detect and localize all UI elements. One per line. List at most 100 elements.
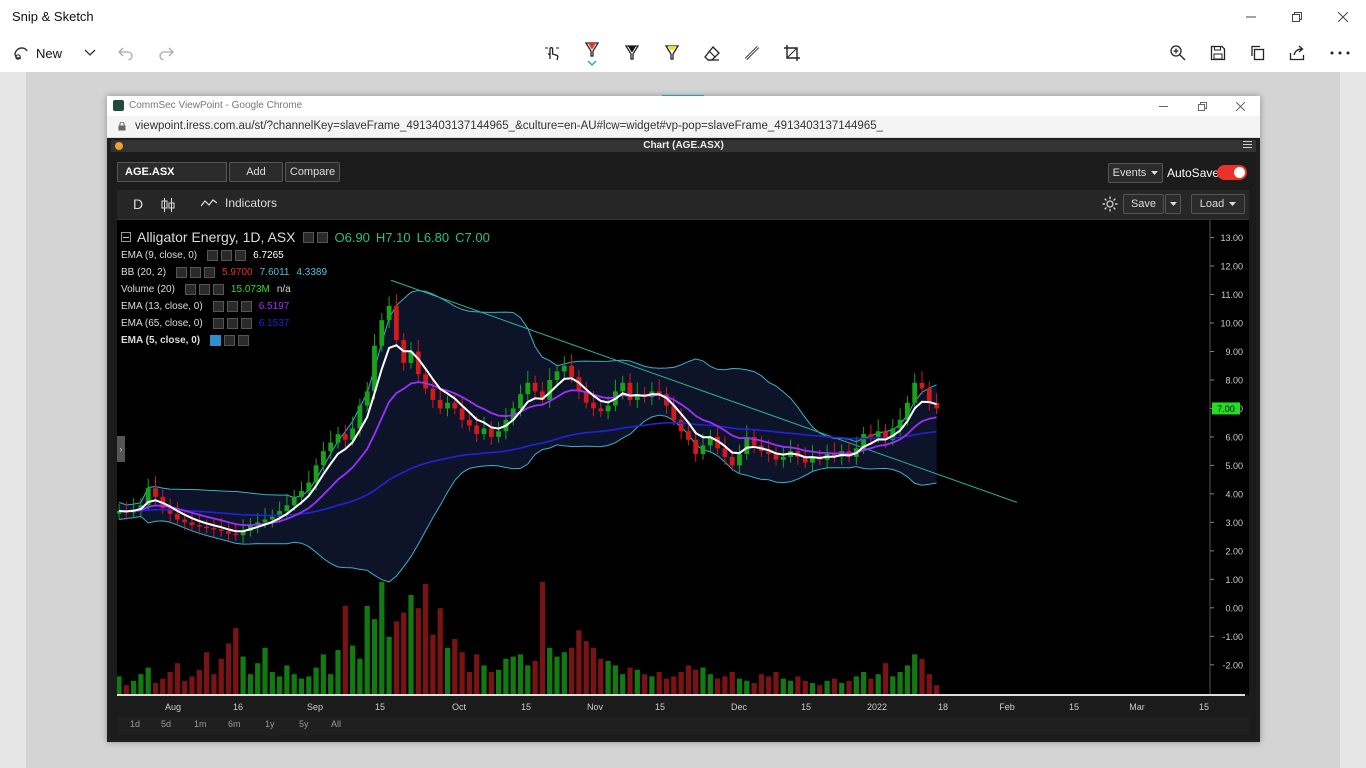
- range-button[interactable]: 1y: [265, 719, 275, 729]
- chevron-down-icon: [84, 49, 96, 56]
- volume-bar: [846, 680, 852, 694]
- indicator-row: EMA (5, close, 0): [121, 332, 490, 349]
- settings-icon[interactable]: [207, 250, 219, 261]
- range-button[interactable]: All: [331, 719, 341, 729]
- more-options-button[interactable]: [1328, 38, 1352, 68]
- volume-bar: [160, 678, 166, 694]
- minimize-icon: [1246, 16, 1256, 18]
- indicator-row: EMA (13, close, 0) 6.5197: [121, 298, 490, 315]
- share-button[interactable]: [1286, 38, 1310, 68]
- remove-icon[interactable]: [204, 267, 216, 278]
- settings-icon[interactable]: [212, 318, 224, 329]
- remove-icon[interactable]: [212, 284, 224, 295]
- restore-button[interactable]: [1274, 4, 1320, 30]
- candle-body: [875, 431, 881, 437]
- visibility-icon[interactable]: [224, 335, 236, 346]
- volume-bar: [656, 672, 662, 694]
- save-options-dropdown[interactable]: [1165, 194, 1181, 214]
- zoom-in-button[interactable]: [1166, 38, 1190, 68]
- volume-bar: [715, 678, 721, 694]
- chrome-address-bar[interactable]: viewpoint.iress.com.au/st/?channelKey=sl…: [107, 116, 1260, 138]
- candle-body: [744, 436, 750, 455]
- candlestick-type-icon[interactable]: [161, 197, 175, 213]
- copy-icon: [1251, 45, 1265, 61]
- range-button[interactable]: 5y: [299, 719, 309, 729]
- gear-icon[interactable]: [1101, 195, 1119, 213]
- symbol-input[interactable]: AGE.ASX: [117, 162, 227, 182]
- crop-button[interactable]: [780, 38, 804, 68]
- load-dropdown[interactable]: Load: [1191, 194, 1245, 214]
- new-dropdown-button[interactable]: [80, 38, 100, 68]
- candle-body: [269, 516, 275, 520]
- candle-body: [364, 391, 370, 406]
- compare-button[interactable]: Compare: [285, 162, 340, 182]
- commsec-favicon-icon: [113, 100, 124, 111]
- range-button[interactable]: 1d: [130, 719, 140, 729]
- visibility-icon[interactable]: [317, 231, 329, 243]
- candle-body: [780, 456, 786, 460]
- open-value: O6.90: [334, 229, 370, 245]
- settings-icon[interactable]: [184, 284, 196, 295]
- volume-bar: [415, 608, 421, 694]
- settings-icon[interactable]: [210, 335, 222, 346]
- side-panel-handle[interactable]: ›: [117, 436, 125, 462]
- x-tick-label: Sep: [307, 702, 323, 712]
- highlighter-button[interactable]: [660, 38, 684, 68]
- visibility-icon[interactable]: [226, 318, 238, 329]
- settings-icon[interactable]: [212, 301, 224, 312]
- volume-bar: [167, 672, 173, 694]
- visibility-icon[interactable]: [190, 267, 202, 278]
- candle-body: [313, 465, 319, 483]
- visibility-icon[interactable]: [221, 250, 233, 261]
- volume-bar: [269, 672, 275, 694]
- add-button[interactable]: Add: [229, 162, 283, 182]
- range-button[interactable]: 1m: [194, 719, 207, 729]
- minimize-button[interactable]: [1228, 4, 1274, 30]
- volume-bar: [627, 667, 633, 694]
- chrome-minimize-button[interactable]: [1148, 98, 1178, 114]
- settings-icon[interactable]: [176, 267, 188, 278]
- period-selector[interactable]: D: [133, 196, 143, 212]
- indicators-button[interactable]: Indicators: [201, 196, 277, 210]
- volume-bar: [751, 683, 757, 694]
- touch-writing-button[interactable]: [540, 38, 564, 68]
- range-button[interactable]: 6m: [228, 719, 241, 729]
- chrome-close-button[interactable]: [1225, 98, 1255, 114]
- pencil-button[interactable]: [620, 38, 644, 68]
- ruler-button[interactable]: [740, 38, 764, 68]
- volume-bar: [788, 680, 794, 694]
- candle-body: [328, 442, 334, 452]
- settings-icon[interactable]: [303, 231, 315, 243]
- candle-body: [561, 365, 567, 372]
- undo-button[interactable]: [116, 38, 136, 68]
- copy-button[interactable]: [1246, 38, 1270, 68]
- eraser-button[interactable]: [700, 38, 724, 68]
- close-button[interactable]: [1320, 4, 1366, 30]
- events-dropdown[interactable]: Events: [1108, 163, 1163, 183]
- remove-icon[interactable]: [235, 250, 247, 261]
- visibility-icon[interactable]: [198, 284, 210, 295]
- widget-menu-icon[interactable]: [1243, 141, 1252, 150]
- ballpoint-pen-button[interactable]: [580, 38, 604, 68]
- autosave-toggle[interactable]: [1217, 165, 1247, 180]
- volume-bar: [423, 584, 429, 694]
- volume-bar: [218, 658, 224, 694]
- volume-bar: [357, 658, 363, 694]
- remove-icon[interactable]: [238, 335, 250, 346]
- save-chart-button[interactable]: Save: [1123, 194, 1164, 214]
- visibility-icon[interactable]: [226, 301, 238, 312]
- candle-body: [591, 402, 596, 409]
- volume-bar: [875, 674, 881, 694]
- range-button[interactable]: 5d: [161, 719, 171, 729]
- collapse-legend-icon[interactable]: [121, 232, 131, 242]
- candle-body: [218, 529, 224, 531]
- chrome-restore-button[interactable]: [1187, 98, 1217, 114]
- x-tick-label: Nov: [587, 702, 604, 712]
- volume-bar: [897, 672, 903, 694]
- remove-icon[interactable]: [240, 301, 252, 312]
- new-snip-button[interactable]: New: [12, 38, 62, 68]
- save-as-button[interactable]: [1206, 38, 1230, 68]
- remove-icon[interactable]: [240, 318, 252, 329]
- redo-button[interactable]: [156, 38, 176, 68]
- volume-bar: [598, 658, 604, 694]
